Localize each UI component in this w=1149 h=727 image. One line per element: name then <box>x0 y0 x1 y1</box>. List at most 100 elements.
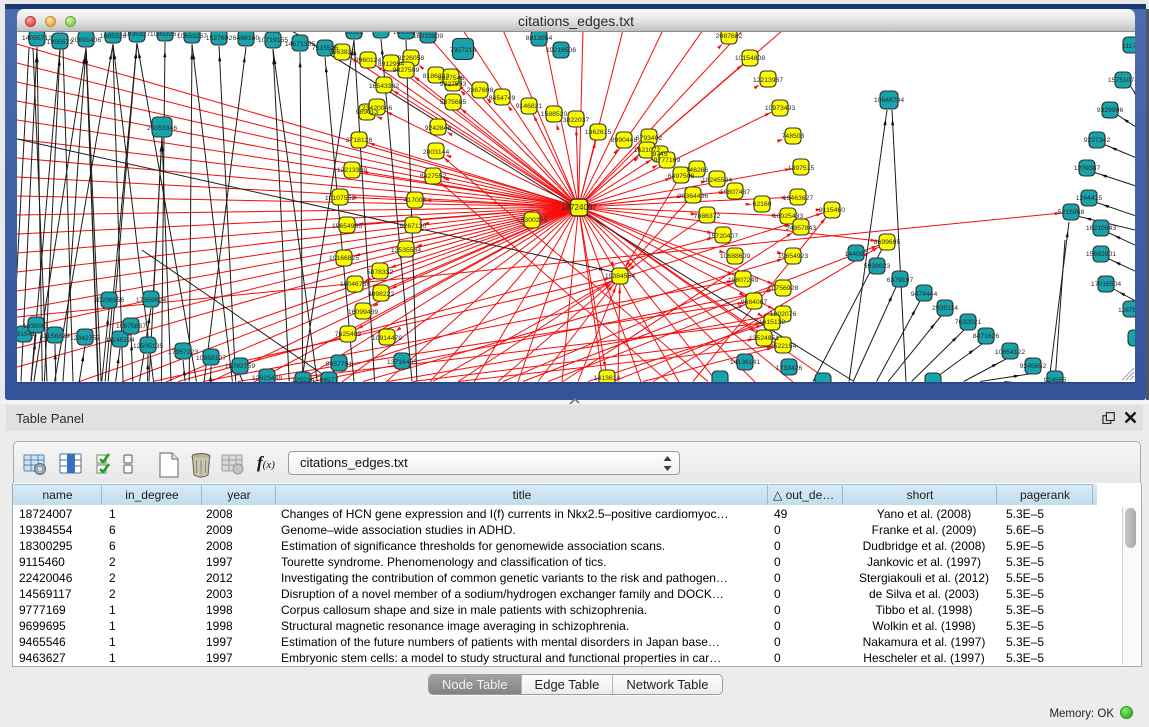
svg-text:24957843: 24957843 <box>786 225 816 232</box>
svg-text:20053346: 20053346 <box>147 125 177 132</box>
svg-text:9242848: 9242848 <box>425 125 452 132</box>
svg-text:9329906: 9329906 <box>1097 107 1124 114</box>
svg-text:17016504: 17016504 <box>1091 281 1121 288</box>
svg-text:2935114: 2935114 <box>932 305 958 312</box>
svg-text:1244415: 1244415 <box>1076 195 1103 202</box>
svg-text:13524851: 13524851 <box>749 335 779 342</box>
svg-text:10648784: 10648784 <box>874 97 904 104</box>
svg-text:5875685: 5875685 <box>440 99 467 106</box>
svg-text:10688609: 10688609 <box>720 253 750 260</box>
svg-text:1085326: 1085326 <box>100 33 127 40</box>
svg-text:8427552: 8427552 <box>420 173 447 180</box>
svg-text:18724007: 18724007 <box>561 203 597 212</box>
svg-text:12213369: 12213369 <box>337 167 367 174</box>
svg-text:12923448: 12923448 <box>252 375 282 382</box>
svg-text:9777169: 9777169 <box>654 157 681 164</box>
svg-text:13535584: 13535584 <box>391 247 421 254</box>
svg-text:6466160: 6466160 <box>233 35 260 42</box>
svg-text:18807249: 18807249 <box>728 277 758 284</box>
svg-text:8699695: 8699695 <box>874 239 901 246</box>
svg-text:5878332: 5878332 <box>367 269 394 276</box>
svg-text:9245652: 9245652 <box>1020 363 1047 370</box>
svg-text:8813054: 8813054 <box>526 35 553 42</box>
svg-text:19654923: 19654923 <box>778 253 808 260</box>
svg-text:10807487: 10807487 <box>720 189 750 196</box>
svg-text:20691406: 20691406 <box>71 37 101 44</box>
svg-text:9457791: 9457791 <box>326 361 353 368</box>
svg-text:20206556: 20206556 <box>94 297 124 304</box>
svg-text:12342757: 12342757 <box>70 335 100 342</box>
svg-text:9327546: 9327546 <box>438 75 465 82</box>
svg-text:16782759: 16782759 <box>225 363 255 370</box>
svg-text:16210643: 16210643 <box>1086 225 1116 232</box>
svg-text:8990448: 8990448 <box>611 137 638 144</box>
svg-text:1335061: 1335061 <box>23 323 50 330</box>
svg-text:10975867: 10975867 <box>116 323 146 330</box>
svg-text:20364436: 20364436 <box>678 193 708 200</box>
svg-text:2718126: 2718126 <box>346 137 373 144</box>
svg-text:14136141: 14136141 <box>730 359 760 366</box>
svg-text:748503: 748503 <box>782 133 805 140</box>
svg-text:8267130: 8267130 <box>400 223 427 230</box>
svg-text:7886372: 7886372 <box>694 213 721 220</box>
svg-text:746266: 746266 <box>686 167 709 174</box>
svg-text:1733426: 1733426 <box>776 365 803 372</box>
svg-text:16543382: 16543382 <box>369 83 399 90</box>
svg-text:6497508: 6497508 <box>668 173 695 180</box>
svg-text:14671355: 14671355 <box>285 41 315 48</box>
svg-text:6793402: 6793402 <box>636 135 663 142</box>
svg-text:5215958: 5215958 <box>1058 209 1085 216</box>
svg-text:9327509: 9327509 <box>393 67 420 74</box>
svg-text:10756928: 10756928 <box>768 285 798 292</box>
svg-text:144095: 144095 <box>845 251 868 258</box>
svg-text:1362615: 1362615 <box>585 129 612 136</box>
svg-text:2803144: 2803144 <box>423 149 450 156</box>
svg-text:6379197: 6379197 <box>887 277 914 284</box>
svg-text:10853267: 10853267 <box>150 32 180 38</box>
svg-text:1905572: 1905572 <box>47 39 74 46</box>
svg-text:10154808: 10154808 <box>735 55 765 62</box>
svg-text:15720407: 15720407 <box>708 233 738 240</box>
svg-text:19384554: 19384554 <box>605 273 635 280</box>
svg-text:7632021: 7632021 <box>955 319 982 326</box>
svg-text:10958107: 10958107 <box>196 355 226 362</box>
svg-text:96312: 96312 <box>345 32 364 36</box>
svg-text:12505135: 12505135 <box>133 343 163 350</box>
svg-text:13716485: 13716485 <box>387 359 417 366</box>
svg-text:19166825: 19166825 <box>329 255 359 262</box>
svg-text:17359924: 17359924 <box>136 297 166 304</box>
svg-text:7663822: 7663822 <box>329 49 356 56</box>
svg-text:1035327: 1035327 <box>124 32 151 38</box>
svg-text:1202076: 1202076 <box>770 311 797 318</box>
svg-text:10046788: 10046788 <box>340 281 370 288</box>
svg-text:1615132: 1615132 <box>759 319 786 326</box>
svg-text:2367608: 2367608 <box>467 87 494 94</box>
svg-text:16033809: 16033809 <box>413 33 443 40</box>
svg-text:160538: 160538 <box>370 32 393 34</box>
svg-text:16099489: 16099489 <box>348 309 378 316</box>
svg-text:11156829: 11156829 <box>40 333 69 340</box>
svg-text:10973493: 10973493 <box>765 105 795 112</box>
svg-text:10914479: 10914479 <box>372 335 402 342</box>
svg-text:2522154: 2522154 <box>770 343 797 350</box>
svg-text:9115460: 9115460 <box>819 207 845 214</box>
svg-text:8471626: 8471626 <box>973 333 1000 340</box>
svg-text:1167534: 1167534 <box>1118 307 1135 314</box>
svg-text:10719155: 10719155 <box>258 37 288 44</box>
svg-text:9684067: 9684067 <box>741 299 768 306</box>
svg-text:9146821: 9146821 <box>516 103 543 110</box>
svg-text:1209387: 1209387 <box>1074 165 1101 172</box>
svg-text:1527602: 1527602 <box>206 35 233 42</box>
svg-text:10025433: 10025433 <box>773 213 803 220</box>
svg-text:391541: 391541 <box>17 331 36 338</box>
svg-text:5938923: 5938923 <box>864 263 891 270</box>
svg-text:4998222: 4998222 <box>368 291 395 298</box>
svg-text:15692901: 15692901 <box>1086 251 1116 258</box>
svg-text:9227342: 9227342 <box>1084 137 1111 144</box>
svg-text:19218506: 19218506 <box>546 47 576 54</box>
svg-text:12213967: 12213967 <box>753 77 783 84</box>
svg-text:18300295: 18300295 <box>517 217 547 224</box>
svg-text:1413614: 1413614 <box>594 375 621 382</box>
svg-text:10107552: 10107552 <box>325 195 355 202</box>
svg-text:3226058: 3226058 <box>398 55 425 62</box>
